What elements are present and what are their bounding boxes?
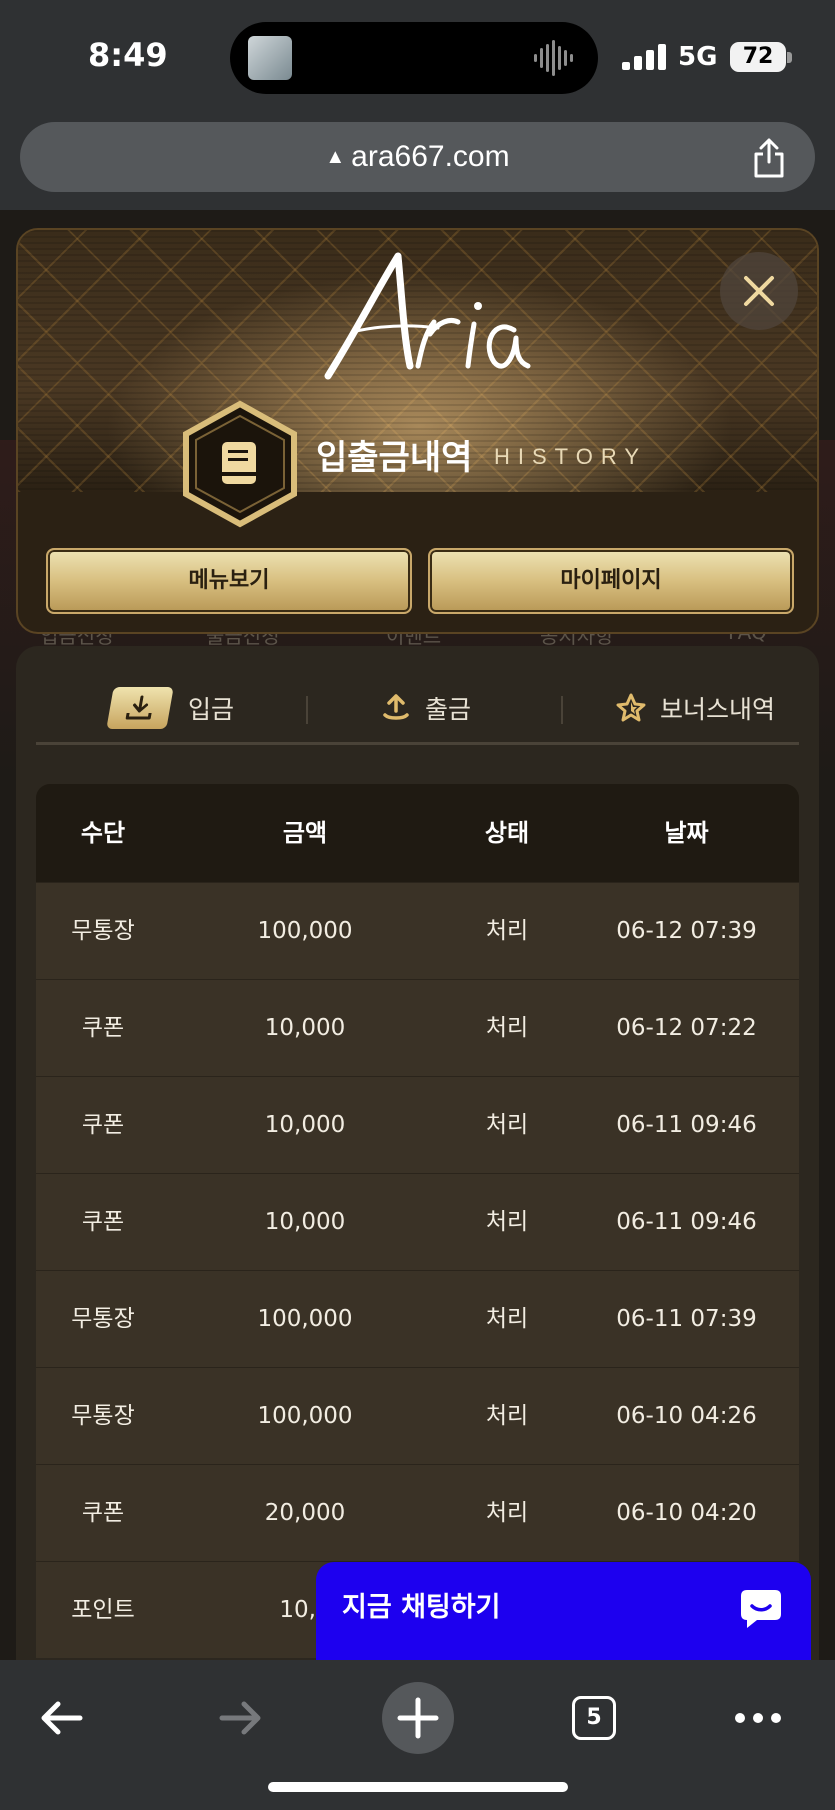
cell-status: 처리 (485, 1015, 529, 1041)
close-button[interactable] (720, 252, 798, 330)
cell-amount: 100,000 (257, 1403, 353, 1429)
cell-date: 06-11 09:46 (616, 1112, 757, 1138)
more-icon[interactable] (722, 1682, 794, 1754)
cell-method: 포인트 (71, 1597, 135, 1623)
table-row: 무통장 100,000 처리 06-12 07:39 (36, 882, 799, 979)
screen: 8:49 5G 72 ▲ ara667.com 입금신청 출금신청 이벤트 공지… (0, 0, 835, 1810)
cell-date: 06-11 07:39 (616, 1306, 757, 1332)
column-header-method: 수단 (80, 819, 126, 847)
clock: 8:49 (88, 36, 168, 74)
page-title: 입출금내역 (316, 438, 473, 478)
modal-header: 입출금내역 HISTORY 메뉴보기 마이페이지 (16, 228, 819, 634)
dynamic-island[interactable] (230, 22, 598, 94)
home-indicator (268, 1782, 568, 1792)
url-label: ara667.com (351, 140, 510, 173)
cell-amount: 20,000 (264, 1500, 346, 1526)
cell-method: 무통장 (71, 918, 135, 944)
aria-logo (324, 252, 531, 380)
share-icon[interactable] (751, 138, 787, 178)
menu-button[interactable]: 메뉴보기 (46, 548, 412, 614)
history-panel: 입금 출금 보너스내역 수단 금액 상태 날짜 무통장 100,000 처리 0… (16, 646, 819, 1660)
cell-amount: 100,000 (257, 1306, 353, 1332)
chat-label: 지금 채팅하기 (342, 1592, 501, 1623)
back-arrow-icon[interactable] (26, 1682, 98, 1754)
cell-amount: 100,000 (257, 918, 353, 944)
network-type: 5G (678, 42, 718, 72)
cell-status: 처리 (485, 1306, 529, 1332)
cell-method: 쿠폰 (81, 1015, 125, 1041)
cell-method: 쿠폰 (81, 1209, 125, 1235)
tab-withdraw[interactable]: 출금 (381, 670, 471, 746)
url-text[interactable]: ▲ ara667.com (20, 122, 815, 192)
cell-method: 무통장 (71, 1306, 135, 1332)
cell-method: 무통장 (71, 1403, 135, 1429)
cell-date: 06-12 07:39 (616, 918, 757, 944)
warning-icon: ▲ (325, 146, 346, 168)
cell-status: 처리 (485, 1209, 529, 1235)
cell-status: 처리 (485, 1403, 529, 1429)
table-row: 무통장 100,000 처리 06-11 07:39 (36, 1270, 799, 1367)
table-row: 무통장 100,000 처리 06-10 04:26 (36, 1367, 799, 1464)
album-art-icon (248, 36, 292, 80)
column-header-status: 상태 (484, 819, 530, 847)
address-bar[interactable]: ▲ ara667.com (20, 122, 815, 192)
tab-bonus[interactable]: 보너스내역 (616, 670, 775, 746)
tabs-underline (36, 742, 799, 745)
forward-arrow-icon[interactable] (204, 1682, 276, 1754)
tab-bonus-label: 보너스내역 (660, 695, 776, 724)
table-row: 쿠폰 10,000 처리 06-11 09:46 (36, 1173, 799, 1270)
new-tab-button[interactable] (382, 1682, 454, 1754)
tab-divider (561, 696, 563, 724)
upload-icon (383, 694, 409, 720)
tab-withdraw-label: 출금 (425, 695, 472, 724)
history-tabs: 입금 출금 보너스내역 (36, 670, 799, 746)
cell-date: 06-10 04:26 (616, 1403, 757, 1429)
battery-cap (787, 52, 792, 63)
table-row: 쿠폰 10,000 처리 06-11 09:46 (36, 1076, 799, 1173)
cell-amount: 10,000 (264, 1112, 346, 1138)
tab-deposit[interactable]: 입금 (106, 670, 235, 746)
chat-bubble-icon (741, 1590, 781, 1628)
plus-icon (397, 1697, 439, 1739)
table-header: 수단 금액 상태 날짜 (36, 784, 799, 882)
cell-date: 06-12 07:22 (616, 1015, 757, 1041)
cell-method: 쿠폰 (81, 1112, 125, 1138)
tab-count: 5 (572, 1696, 616, 1740)
column-header-amount: 금액 (282, 819, 328, 847)
cell-status: 처리 (485, 1112, 529, 1138)
cellular-signal-icon (622, 44, 666, 70)
audio-wave-icon (534, 40, 573, 76)
cell-date: 06-10 04:20 (616, 1500, 757, 1526)
browser-address-area: ▲ ara667.com (0, 112, 835, 210)
cell-method: 쿠폰 (81, 1500, 125, 1526)
status-bar: 8:49 5G 72 (0, 0, 835, 112)
table-row: 쿠폰 10,000 처리 06-12 07:22 (36, 979, 799, 1076)
tabs-button[interactable]: 5 (558, 1682, 630, 1754)
download-icon (106, 687, 174, 729)
cell-amount: 10,000 (264, 1209, 346, 1235)
cell-status: 처리 (485, 918, 529, 944)
live-chat-button[interactable]: 지금 채팅하기 (316, 1562, 811, 1660)
cell-date: 06-11 09:46 (616, 1209, 757, 1235)
cell-amount: 10,000 (264, 1015, 346, 1041)
history-badge-icon (183, 400, 297, 528)
history-table: 수단 금액 상태 날짜 무통장 100,000 처리 06-12 07:39 쿠폰 10,… (36, 784, 799, 1684)
mypage-button[interactable]: 마이페이지 (428, 548, 794, 614)
star-icon (616, 693, 646, 722)
table-row: 쿠폰 20,000 처리 06-10 04:20 (36, 1464, 799, 1561)
tab-divider (306, 696, 308, 724)
column-header-date: 날짜 (664, 819, 709, 847)
cell-status: 처리 (485, 1500, 529, 1526)
close-icon (744, 276, 774, 306)
tab-deposit-label: 입금 (188, 695, 235, 724)
page-subtitle: HISTORY (494, 444, 647, 469)
battery-icon: 72 (730, 42, 786, 72)
